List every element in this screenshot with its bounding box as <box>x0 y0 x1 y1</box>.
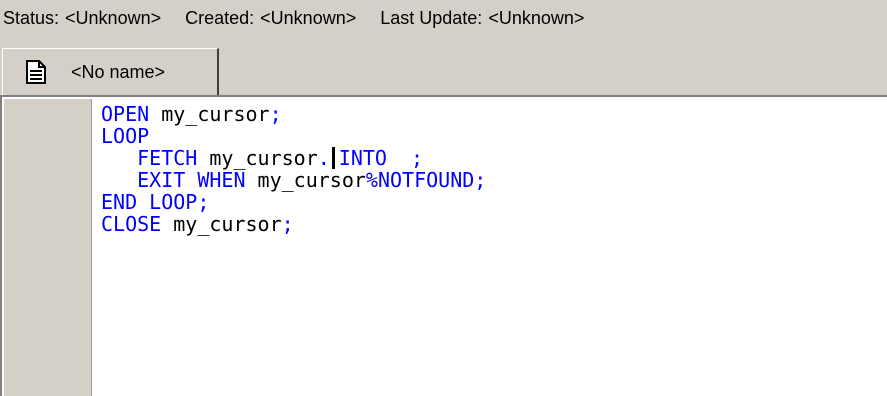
code-keyword: ; <box>281 212 294 236</box>
code-area[interactable]: OPEN my_cursor; LOOP FETCH my_cursor. INTO… <box>101 103 887 235</box>
created-field: Created: <Unknown> <box>185 8 356 29</box>
code-line[interactable]: CLOSE my_cursor; <box>101 213 887 235</box>
created-label: Created: <box>185 8 255 28</box>
code-keyword: EXIT WHEN <box>101 168 246 192</box>
tab-label: <No name> <box>71 61 166 82</box>
code-line[interactable]: EXIT WHEN my_cursor%NOTFOUND; <box>101 169 887 191</box>
created-value: <Unknown> <box>260 8 357 28</box>
code-keyword: END LOOP; <box>101 190 210 214</box>
code-line[interactable]: OPEN my_cursor; <box>101 103 887 125</box>
code-keyword: CLOSE <box>101 212 162 236</box>
code-identifier: my_cursor <box>245 168 366 192</box>
tab-strip: <No name> <box>0 37 887 132</box>
tab-no-name[interactable]: <No name> <box>2 48 219 95</box>
line-gutter <box>4 99 92 396</box>
code-keyword: FETCH <box>101 146 198 170</box>
editor-window: Status: <Unknown> Created: <Unknown> Last … <box>0 0 887 396</box>
code-line[interactable]: END LOOP; <box>101 191 887 213</box>
status-value: <Unknown> <box>65 8 162 28</box>
code-identifier: my_cursor <box>197 146 318 170</box>
last-update-field: Last Update: <Unknown> <box>380 8 584 29</box>
code-identifier: my_cursor <box>149 102 270 126</box>
code-line[interactable]: LOOP <box>101 125 887 147</box>
status-label: Status: <box>3 8 60 28</box>
last-update-label: Last Update: <box>380 8 483 28</box>
code-keyword: ; <box>269 102 282 126</box>
code-editor[interactable]: OPEN my_cursor; LOOP FETCH my_cursor. INTO… <box>0 95 887 396</box>
code-keyword: INTO <box>338 146 387 170</box>
text-cursor <box>331 147 335 169</box>
code-keyword: . <box>317 146 330 170</box>
status-bar: Status: <Unknown> Created: <Unknown> Last … <box>0 0 887 37</box>
code-keyword: LOOP <box>101 124 150 148</box>
code-keyword: ; <box>386 146 424 170</box>
code-keyword: OPEN <box>101 102 150 126</box>
last-update-value: <Unknown> <box>488 8 585 28</box>
code-identifier: my_cursor <box>161 212 282 236</box>
document-icon <box>23 59 49 85</box>
code-keyword: %NOTFOUND; <box>365 168 487 192</box>
status-field: Status: <Unknown> <box>3 8 161 29</box>
code-line[interactable]: FETCH my_cursor. INTO ; <box>101 147 887 169</box>
